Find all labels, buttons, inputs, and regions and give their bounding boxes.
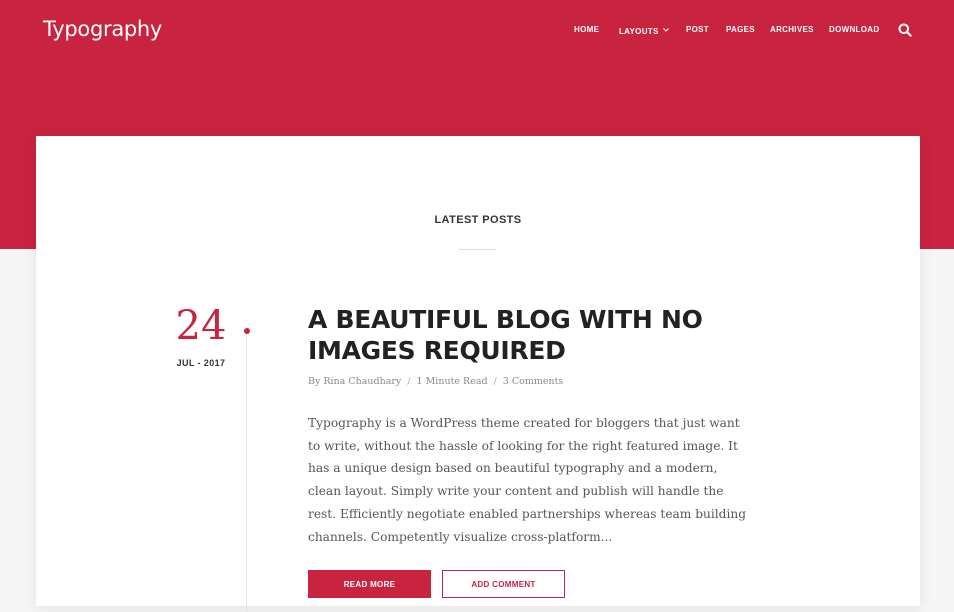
section-divider	[459, 249, 496, 250]
nav-pages[interactable]: PAGES	[726, 25, 755, 34]
meta-separator: /	[493, 376, 497, 387]
post-comments-count[interactable]: 3 Comments	[503, 376, 564, 387]
nav-post[interactable]: POST	[686, 25, 709, 34]
post-author[interactable]: By Rina Chaudhary	[308, 376, 401, 387]
post-excerpt: Typography is a WordPress theme created …	[308, 416, 747, 544]
meta-separator: /	[407, 376, 411, 387]
post-read-time: 1 Minute Read	[416, 376, 488, 387]
add-comment-button[interactable]: ADD COMMENT	[442, 570, 565, 598]
chevron-down-icon	[662, 25, 669, 34]
timeline-line	[246, 332, 247, 612]
nav-download[interactable]: DOWNLOAD	[829, 25, 879, 34]
section-title: LATEST POSTS	[434, 214, 522, 226]
search-icon[interactable]	[898, 23, 912, 37]
nav-layouts[interactable]: LAYOUTS	[619, 25, 669, 36]
post-date-day: 24	[175, 303, 227, 349]
posts-card: LATEST POSTS 24 JUL - 2017 A BEAUTIFUL B…	[36, 136, 920, 612]
nav-home[interactable]: HOME	[574, 25, 599, 34]
post-meta: By Rina Chaudhary / 1 Minute Read / 3 Commen…	[308, 376, 748, 387]
post-date-month-year: JUL - 2017	[176, 358, 226, 368]
timeline-dot	[244, 328, 250, 334]
site-logo[interactable]: Typography	[43, 17, 162, 41]
nav-archives[interactable]: ARCHIVES	[770, 25, 814, 34]
post-title[interactable]: A BEAUTIFUL BLOG WITH NO IMAGES REQUIRED	[308, 304, 748, 366]
read-more-button[interactable]: READ MORE	[308, 570, 431, 598]
nav-layouts-label: LAYOUTS	[619, 27, 659, 36]
